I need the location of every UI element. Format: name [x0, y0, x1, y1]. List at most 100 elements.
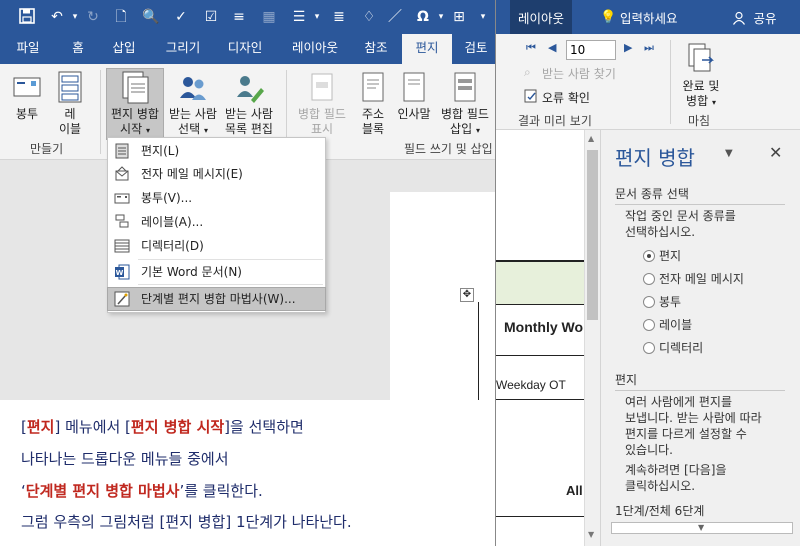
undo-dropdown-icon[interactable]: ▾ — [66, 8, 84, 26]
tab-layout-right[interactable]: 레이아웃 — [510, 0, 572, 34]
close-icon[interactable]: ✕ — [769, 143, 782, 162]
mailings-ribbon-right: ⏮ ◀ ▶ ⏭ ⌕ 받는 사람 찾기 오류 확인 결과 미리 보기 완료 및 병… — [496, 34, 800, 130]
pane-horizontal-scrollbar[interactable]: ▼ — [611, 522, 793, 534]
finish-merge-label-2: 병합 ▾ — [676, 94, 726, 110]
group-create-label: 만들기 — [30, 142, 64, 156]
tab-references[interactable]: 참조 — [352, 34, 400, 64]
menu-item-directory[interactable]: 디렉터리(D) — [108, 235, 325, 257]
greeting-line-label: 인사말 — [397, 107, 431, 121]
address-block-button[interactable]: 주소 블록 — [356, 68, 390, 137]
omega-icon[interactable]: Ω — [414, 8, 432, 26]
scroll-up-icon[interactable]: ▲ — [588, 134, 594, 143]
caption-line-2: 나타나는 드롭다운 메뉴들 중에서 — [21, 450, 229, 468]
highlight-fields-label-2: 표시 — [310, 122, 334, 136]
select-recipients-button[interactable]: 받는 사람 선택 ▾ — [166, 68, 220, 138]
radio-icon — [643, 342, 655, 354]
next-record-icon[interactable]: ▶ — [624, 42, 636, 54]
scroll-thumb[interactable] — [587, 150, 598, 320]
select-recipients-label-1: 받는 사람 — [169, 107, 217, 121]
tutorial-caption: [편지] 메뉴에서 [편지 병합 시작]을 선택하면 나타나는 드롭다운 메뉴들… — [0, 400, 495, 546]
check-errors-button[interactable]: 오류 확인 — [542, 89, 590, 106]
shapes-icon[interactable]: ♢ — [360, 8, 378, 26]
pane-options-icon[interactable]: ▼ — [725, 148, 733, 159]
tab-insert[interactable]: 삽입 — [103, 34, 145, 64]
spelling-icon[interactable]: ✓ — [172, 8, 190, 26]
radio-email-label: 전자 메일 메시지 — [659, 272, 744, 286]
omega-dropdown-icon[interactable]: ▾ — [432, 8, 450, 26]
doc-type-prompt-1: 작업 중인 문서 종류를 — [625, 209, 736, 223]
new-document-icon[interactable]: 🗋 — [112, 8, 130, 26]
highlight-merge-fields-button[interactable]: 병합 필드 표시 — [292, 68, 352, 137]
save-icon[interactable] — [18, 8, 36, 26]
menu-item-envelopes[interactable]: 봉투(V)... — [108, 187, 325, 209]
radio-letters-label: 편지 — [659, 249, 682, 263]
envelopes-button[interactable]: 봉투 — [8, 68, 46, 122]
vertical-scrollbar[interactable]: ▲ ▼ — [584, 130, 600, 546]
insert-merge-field-button[interactable]: 병합 필드 삽입 ▾ — [436, 68, 494, 138]
tab-design[interactable]: 디자인 — [215, 34, 275, 64]
find-recipient-icon: ⌕ — [524, 65, 531, 79]
list-dropdown-icon[interactable]: ▾ — [308, 8, 326, 26]
edit-recipient-list-button[interactable]: 받는 사람 목록 편집 — [220, 68, 278, 137]
tab-file[interactable]: 파일 — [3, 34, 53, 64]
undo-icon[interactable]: ↶ — [48, 8, 66, 26]
caption-line-3: ‘단계별 편지 병합 마법사’를 클릭한다. — [21, 480, 263, 501]
caption-text: ] 메뉴에서 [ — [54, 418, 131, 436]
tab-mailings[interactable]: 편지 — [402, 34, 452, 64]
menu-item-labels[interactable]: 레이블(A)... — [108, 211, 325, 233]
find-recipient-button[interactable]: 받는 사람 찾기 — [542, 65, 616, 82]
highlight-fields-icon — [307, 70, 337, 104]
mail-merge-pane: 편지 병합 ▼ ✕ 문서 종류 선택 작업 중인 문서 종류를 선택하십시오. … — [600, 130, 800, 546]
menu-item-step-by-step-wizard[interactable]: 단계별 편지 병합 마법사(W)... — [107, 287, 326, 311]
step-indicator: 1단계/전체 6단계 — [615, 504, 705, 518]
insert-field-icon[interactable]: ⊞ — [450, 8, 468, 26]
greeting-line-button[interactable]: 인사말 — [394, 68, 434, 122]
menu-item-letters[interactable]: 편지(L) — [108, 140, 325, 162]
svg-text:W: W — [116, 269, 124, 277]
record-number-input[interactable] — [566, 40, 616, 60]
recipients-icon — [178, 70, 208, 104]
redo-icon[interactable]: ↻ — [84, 8, 102, 26]
chevron-down-icon: ▾ — [203, 126, 208, 135]
labels-button[interactable]: 레 이블 — [50, 68, 90, 137]
insert-symbol-icon[interactable]: ≡ — [230, 8, 248, 26]
finish-merge-label-2-text: 병합 — [686, 94, 709, 108]
envelope-icon — [12, 70, 42, 104]
finish-merge-button[interactable]: 완료 및 병합 ▾ — [676, 40, 726, 110]
chevron-down-icon: ▾ — [711, 98, 716, 107]
continue-desc-2: 클릭하십시오. — [625, 479, 696, 493]
tab-draw[interactable]: 그리기 — [153, 34, 213, 64]
edit-recipients-label-2: 목록 편집 — [225, 122, 273, 136]
table-move-handle-icon[interactable]: ✥ — [460, 288, 474, 302]
last-record-icon[interactable]: ⏭ — [644, 42, 658, 54]
print-preview-icon[interactable]: 🔍 — [142, 8, 160, 26]
menu-item-normal-word-document[interactable]: W 기본 Word 문서(N) — [108, 261, 325, 283]
align-icon[interactable]: ≣ — [330, 8, 348, 26]
start-mail-merge-label-2-text: 시작 — [120, 122, 143, 136]
share-button[interactable]: 공유 — [750, 0, 780, 34]
start-mail-merge-button[interactable]: 편지 병합 시작 ▾ — [106, 68, 164, 138]
customize-qat-icon[interactable]: ▾ — [474, 8, 492, 26]
menu-item-labels-label: 레이블(A)... — [141, 215, 204, 229]
user-icon — [732, 11, 746, 25]
tell-me-search[interactable]: 입력하세요 — [620, 0, 690, 34]
tab-review[interactable]: 검토 — [455, 34, 497, 64]
scroll-down-icon[interactable]: ▼ — [588, 530, 594, 539]
tab-home[interactable]: 홈 — [53, 34, 103, 64]
list-icon[interactable]: ☰ — [290, 8, 308, 26]
previous-record-icon[interactable]: ◀ — [548, 42, 560, 54]
menu-item-email[interactable]: 전자 메일 메시지(E) — [108, 163, 325, 185]
checkbox-icon[interactable]: ☑ — [202, 8, 220, 26]
first-record-icon[interactable]: ⏮ — [526, 42, 538, 54]
envelopes-label: 봉투 — [15, 107, 39, 121]
scroll-down-icon[interactable]: ▼ — [698, 523, 704, 533]
pane-title: 편지 병합 — [615, 146, 695, 170]
line-icon[interactable]: ／ — [386, 8, 404, 26]
section-letters-heading: 편지 — [615, 373, 638, 387]
table-icon[interactable]: ▦ — [260, 8, 278, 26]
check-errors-icon — [524, 89, 538, 103]
wizard-icon — [114, 291, 130, 307]
labels-icon — [114, 214, 130, 230]
greeting-line-icon — [399, 70, 429, 104]
tab-layout[interactable]: 레이아웃 — [280, 34, 350, 64]
